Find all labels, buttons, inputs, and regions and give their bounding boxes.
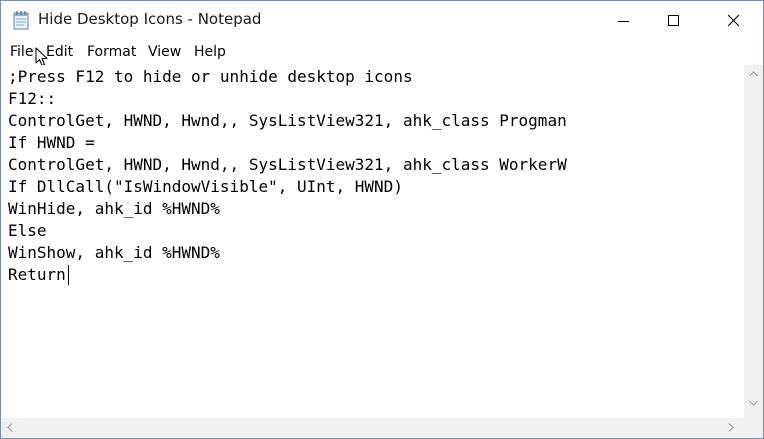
text-caret xyxy=(68,265,69,285)
code-line: Return xyxy=(8,265,66,284)
menu-edit[interactable]: Edit xyxy=(46,44,73,60)
notepad-window: Hide Desktop Icons - Notepad File Edit F… xyxy=(0,0,764,439)
title-bar[interactable]: Hide Desktop Icons - Notepad xyxy=(1,1,763,40)
code-line: If HWND = xyxy=(8,133,95,152)
code-line: If DllCall("IsWindowVisible", UInt, HWND… xyxy=(8,177,403,196)
menu-help[interactable]: Help xyxy=(194,44,226,60)
menu-file[interactable]: File xyxy=(10,44,33,60)
code-line: Else xyxy=(8,221,47,240)
scroll-right-arrow-icon[interactable] xyxy=(728,423,734,432)
close-icon xyxy=(728,15,740,27)
close-button[interactable] xyxy=(711,1,757,40)
code-line: WinHide, ahk_id %HWND% xyxy=(8,199,220,218)
scroll-left-arrow-icon[interactable] xyxy=(7,423,13,432)
menu-view[interactable]: View xyxy=(148,44,181,60)
scrollbar-corner xyxy=(744,418,763,438)
minimize-icon xyxy=(618,21,629,22)
minimize-button[interactable] xyxy=(601,1,647,40)
code-line: ControlGet, HWND, Hwnd,, SysListView321,… xyxy=(8,155,567,174)
menu-bar: File Edit Format View Help xyxy=(1,41,763,64)
code-line: F12:: xyxy=(8,89,57,108)
horizontal-scrollbar[interactable] xyxy=(1,418,744,438)
maximize-icon xyxy=(668,15,679,26)
vertical-scrollbar[interactable] xyxy=(744,65,763,418)
code-line: ;Press F12 to hide or unhide desktop ico… xyxy=(8,67,413,86)
code-line: ControlGet, HWND, Hwnd,, SysListView321,… xyxy=(8,111,567,130)
menu-format[interactable]: Format xyxy=(87,44,136,60)
text-editor[interactable]: ;Press F12 to hide or unhide desktop ico… xyxy=(1,65,744,418)
scroll-up-arrow-icon[interactable] xyxy=(749,71,758,77)
maximize-button[interactable] xyxy=(651,1,697,40)
notepad-icon xyxy=(13,11,30,30)
code-line: WinShow, ahk_id %HWND% xyxy=(8,243,220,262)
scroll-down-arrow-icon[interactable] xyxy=(749,400,758,406)
window-title: Hide Desktop Icons - Notepad xyxy=(38,10,262,28)
